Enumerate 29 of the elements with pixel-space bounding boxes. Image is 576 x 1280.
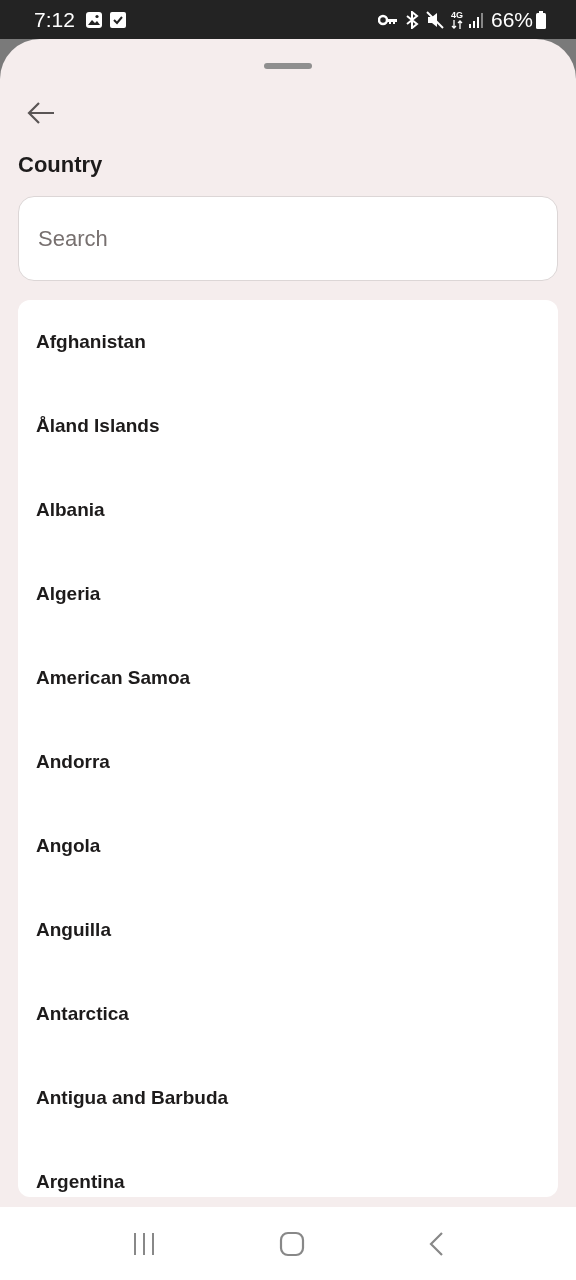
country-item[interactable]: Argentina (36, 1171, 125, 1193)
home-icon[interactable] (279, 1230, 305, 1257)
status-time: 7:12 (34, 7, 75, 32)
country-item[interactable]: Algeria (36, 583, 101, 605)
checkbox-icon (109, 10, 126, 29)
country-item[interactable]: Antigua and Barbuda (36, 1087, 229, 1109)
battery-icon (536, 10, 546, 29)
sheet-title: Country (18, 151, 104, 179)
data-arrows-icon (450, 19, 463, 29)
search-field[interactable]: Search (18, 196, 558, 281)
signal-icon (467, 11, 484, 28)
country-item[interactable]: Andorra (36, 751, 110, 773)
recent-apps-icon[interactable] (131, 1231, 156, 1256)
back-icon[interactable] (428, 1230, 445, 1257)
battery-level: 66% (490, 7, 533, 32)
country-item[interactable]: Afghanistan (36, 331, 146, 353)
drag-handle[interactable] (264, 63, 312, 69)
country-item[interactable]: Albania (36, 499, 105, 521)
country-item[interactable]: Antarctica (36, 1003, 129, 1025)
key-icon (377, 13, 398, 26)
country-item[interactable]: Angola (36, 835, 101, 857)
country-item[interactable]: Åland Islands (36, 415, 160, 437)
country-item[interactable]: Anguilla (36, 919, 111, 941)
bluetooth-icon (404, 10, 419, 29)
image-icon (84, 10, 103, 29)
back-arrow-icon[interactable] (26, 101, 56, 125)
mute-icon (425, 10, 444, 29)
network-type: 4G (450, 10, 463, 20)
country-item[interactable]: American Samoa (36, 667, 191, 689)
